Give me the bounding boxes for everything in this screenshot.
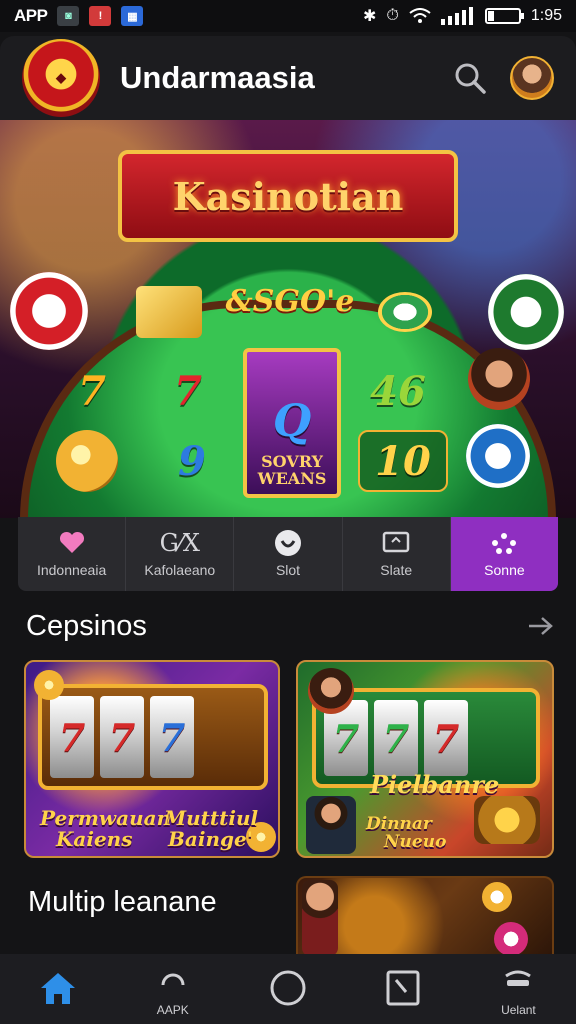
section-title-cepsinos: Cepsinos	[26, 610, 147, 642]
slot-machine-graphic: 7 7 7	[38, 684, 268, 790]
card-caption: Dinnar Nueuo	[366, 815, 447, 852]
game-card[interactable]: 7 7 7 Permwauan Kaiens Mutttiul Bainge'	[24, 660, 280, 858]
caption-line: Pielbanre	[370, 770, 500, 799]
box-icon	[382, 530, 410, 556]
home-icon	[36, 968, 80, 1008]
caption-line: Permwauan	[40, 806, 172, 830]
arrow-right-icon	[529, 617, 553, 635]
refresh-icon	[151, 961, 195, 1001]
slot-symbol-q: Q	[272, 396, 312, 448]
heart-icon	[58, 530, 86, 556]
reel: 7	[100, 696, 144, 778]
network-icon	[489, 530, 519, 556]
battery-icon	[484, 8, 524, 24]
app-title: Undarmaasia	[120, 60, 315, 95]
wifi-icon	[409, 8, 431, 23]
gallery-notification-icon: ◙	[57, 6, 80, 26]
app-header: ◆ Undarmaasia	[0, 36, 576, 120]
caption-line: Nueuo	[384, 831, 447, 852]
poker-chip-icon	[10, 272, 88, 350]
wallet-icon	[496, 961, 540, 1001]
store-notification-icon: ▦	[121, 6, 144, 26]
search-button[interactable]	[448, 56, 492, 100]
poker-chip-icon	[488, 274, 564, 350]
poker-chip-icon	[494, 922, 528, 956]
reel: 7	[374, 700, 418, 776]
caption-line: Bainge'	[168, 827, 253, 851]
tab-label: Indonneaia	[36, 562, 107, 578]
slot-symbol-ten: 10	[358, 430, 448, 492]
reel: 7	[424, 700, 468, 776]
slot-symbol-number: 46	[370, 367, 426, 415]
poker-chip-icon	[466, 424, 530, 488]
dealer-portrait-icon	[306, 796, 356, 854]
poker-chip-icon	[482, 882, 512, 912]
dealer-portrait-icon	[468, 348, 530, 410]
tab-sonne[interactable]: Sonne	[450, 517, 558, 591]
circle-icon	[266, 968, 310, 1008]
app-logo[interactable]: ◆	[22, 39, 100, 117]
reel: 7	[50, 696, 94, 778]
dealer-portrait-icon	[308, 668, 354, 714]
alarm-icon: ⏱	[386, 7, 399, 24]
gold-envelope-icon	[136, 286, 202, 338]
tab-indonneaia[interactable]: Indonneaia	[18, 517, 127, 591]
game-card[interactable]	[296, 876, 554, 958]
see-all-button[interactable]	[524, 612, 558, 640]
tab-label: Slate	[380, 562, 413, 578]
document-icon	[381, 968, 425, 1008]
tab-label: Slot	[275, 562, 301, 578]
tab-slot[interactable]: Slot	[234, 517, 343, 591]
status-right: ✱ ⏱ 1:95	[363, 6, 562, 26]
search-icon	[455, 63, 486, 94]
gx-icon: G⁄X	[159, 529, 200, 557]
status-app-label: APP	[14, 6, 48, 25]
caption-line: Kaiens	[56, 827, 133, 851]
bottom-navigation: AAPK Uelant	[0, 954, 576, 1024]
nav-label: AAPK	[156, 1003, 189, 1017]
hero-title: Kasinotian	[172, 173, 404, 219]
card-caption: Mutttiul Bainge'	[164, 808, 258, 850]
nav-circle[interactable]	[230, 954, 345, 1024]
game-card[interactable]: 7 7 7 Pielbanre Dinnar Nueuo	[296, 660, 554, 858]
category-tabs: Indonneaia G⁄X Kafolaeano Slot Slate Son…	[18, 517, 558, 591]
signal-icon	[440, 7, 473, 25]
bluetooth-icon: ✱	[362, 8, 377, 25]
section-title-multip-leanane: Multip leanane	[28, 886, 217, 918]
slot-symbol-nine: 9	[178, 437, 206, 485]
reel: 7	[150, 696, 194, 778]
slot-symbol-seven: 7	[78, 367, 106, 415]
status-bar: APP ◙ ! ▦ ✱ ⏱ 1:95	[0, 0, 576, 32]
card-caption: Pielbanre	[370, 772, 499, 797]
nav-aapk[interactable]: AAPK	[115, 954, 230, 1024]
hero-center-reel: Q SOVRY WEANS	[243, 348, 341, 498]
hero-banner[interactable]: Kasinotian &SGO'e 7 7 Q SOVRY WEANS 46 9…	[0, 120, 576, 518]
card-caption: Permwauan Kaiens	[40, 808, 171, 850]
hero-reel-text: SOVRY WEANS	[257, 451, 327, 489]
slot-symbol-seven: 7	[174, 367, 202, 415]
caption-line: Mutttiul	[164, 806, 259, 830]
alert-notification-icon: !	[89, 6, 112, 26]
tab-label: Kafolaeano	[144, 562, 216, 578]
gold-coin-icon	[34, 670, 64, 700]
nav-document[interactable]	[346, 954, 461, 1024]
tab-kafolaeano[interactable]: G⁄X Kafolaeano	[126, 517, 235, 591]
dealer-portrait-icon	[302, 880, 338, 956]
hero-subtitle: &SGO'e	[225, 284, 355, 319]
nav-label: Uelant	[501, 1003, 536, 1017]
tab-slate[interactable]: Slate	[343, 517, 451, 591]
chip-icon	[274, 530, 302, 556]
poker-chip-icon	[378, 292, 432, 332]
status-time: 1:95	[530, 7, 562, 24]
status-left: APP ◙ ! ▦	[14, 6, 144, 26]
profile-avatar[interactable]	[510, 56, 554, 100]
hero-title-ribbon: Kasinotian	[118, 150, 458, 242]
nav-home[interactable]	[0, 954, 115, 1024]
treasure-chest-icon	[474, 796, 540, 844]
tab-label: Sonne	[484, 562, 525, 578]
nav-wallet[interactable]: Uelant	[461, 954, 576, 1024]
gold-coin-icon	[56, 430, 118, 492]
